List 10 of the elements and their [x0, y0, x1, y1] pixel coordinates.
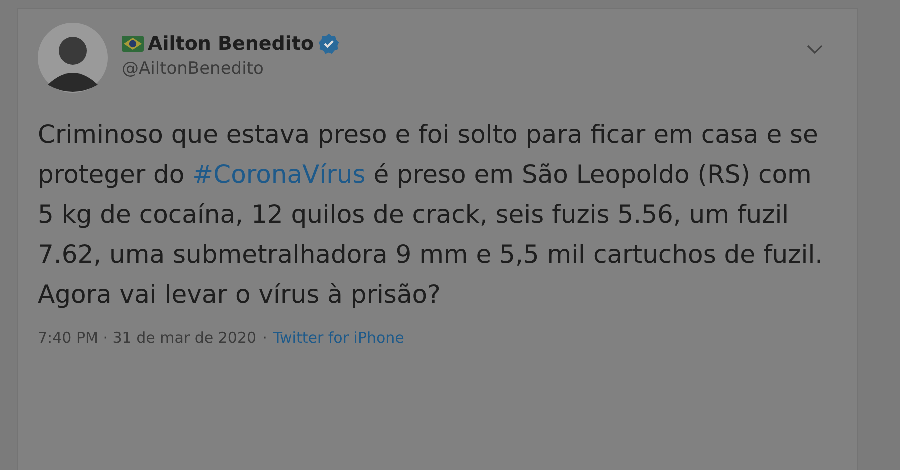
author-handle[interactable]: @AiltonBenedito [122, 59, 793, 79]
author-name[interactable]: Ailton Benedito [148, 33, 314, 55]
separator-dot: · [262, 329, 268, 347]
avatar[interactable] [38, 23, 108, 93]
chevron-down-icon[interactable] [807, 45, 823, 55]
hashtag-link[interactable]: #CoronaVírus [192, 160, 366, 189]
source-link[interactable]: Twitter for iPhone [273, 329, 404, 347]
tweet-timestamp[interactable]: 7:40 PM · 31 de mar de 2020 [38, 329, 257, 347]
tweet-text: Criminoso que estava preso e foi solto para ficar em casa e se proteger do #CoronaVírus é preso em São Leopoldo (RS) com 5 kg de cocaína, 12 quilos de crack, seis fuzis 5.56, um fuzil 7.62, uma submetralhadora 9 mm e 5,5 mil cartuchos de fuzil. Agora vai levar o vírus à prisão? [38, 119, 824, 311]
flag-icon [122, 36, 144, 52]
